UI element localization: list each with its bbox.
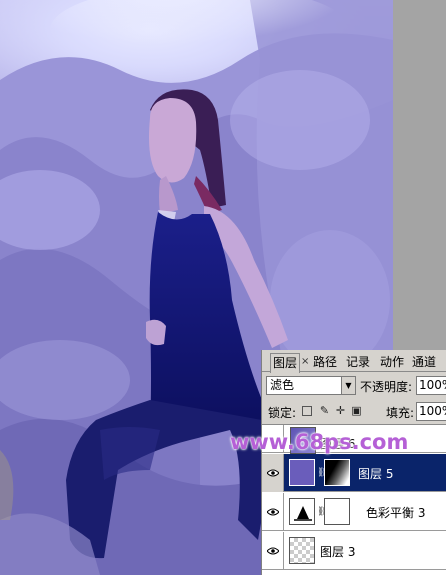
tab-actions[interactable]: 动作 xyxy=(378,353,406,372)
mask-thumbnail xyxy=(324,498,350,525)
eye-icon[interactable] xyxy=(267,547,279,555)
fill-input[interactable]: 100% xyxy=(416,402,446,421)
tab-layers[interactable]: 图层 xyxy=(270,353,301,373)
tab-history[interactable]: 记录 xyxy=(344,353,372,372)
chevron-down-icon[interactable]: ▼ xyxy=(341,377,355,394)
adjustment-thumbnail xyxy=(289,498,315,525)
eye-icon[interactable] xyxy=(267,508,279,516)
watermark-text: www.68ps.com xyxy=(230,430,409,454)
visibility-cell[interactable] xyxy=(262,532,284,570)
opacity-label: 不透明度: xyxy=(360,380,413,394)
mask-thumbnail xyxy=(324,459,350,486)
lock-row: 锁定: ✎ ✛ ▣ 填充: 100% xyxy=(262,400,446,422)
layer-name: 图层 5 xyxy=(358,467,394,481)
lock-icon[interactable]: ▣ xyxy=(350,404,363,417)
blend-mode-select[interactable]: 滤色 ▼ xyxy=(266,376,356,395)
layer-thumbnail xyxy=(289,537,315,564)
layer-row[interactable]: ⛓ 色彩平衡 3 xyxy=(262,493,446,531)
blend-row: 滤色 ▼ 不透明度: 100% xyxy=(262,375,446,397)
lock-transparency-icon[interactable] xyxy=(302,406,312,416)
layer-row[interactable]: 图层 3 xyxy=(262,532,446,570)
layer-name: 图层 3 xyxy=(320,545,356,559)
layer-name: 色彩平衡 3 xyxy=(366,506,426,520)
panel-tab-strip: 图层 × 路径 记录 动作 通道 xyxy=(262,350,446,373)
visibility-cell[interactable] xyxy=(262,493,284,531)
link-icon: ⛓ xyxy=(317,468,329,478)
color-balance-icon xyxy=(294,506,312,521)
canvas-gutter xyxy=(393,0,446,350)
blend-mode-value: 滤色 xyxy=(270,378,295,392)
layer-thumbnail xyxy=(289,459,315,486)
fill-label: 填充: xyxy=(386,406,415,420)
brush-icon[interactable]: ✎ xyxy=(318,404,331,417)
opacity-input[interactable]: 100% xyxy=(416,376,446,395)
move-icon[interactable]: ✛ xyxy=(334,404,347,417)
link-icon: ⛓ xyxy=(317,507,329,517)
layer-row[interactable]: ⛓ 图层 5 xyxy=(262,454,446,492)
tab-paths[interactable]: 路径 xyxy=(311,353,339,372)
close-icon[interactable]: × xyxy=(301,357,309,367)
layers-panel: 图层 × 路径 记录 动作 通道 滤色 ▼ 不透明度: 100% 锁定: ✎ ✛… xyxy=(261,350,446,575)
tab-channels[interactable]: 通道 xyxy=(410,353,438,372)
lock-label: 锁定: xyxy=(268,406,297,420)
eye-icon[interactable] xyxy=(267,469,279,477)
visibility-cell[interactable] xyxy=(262,454,284,492)
